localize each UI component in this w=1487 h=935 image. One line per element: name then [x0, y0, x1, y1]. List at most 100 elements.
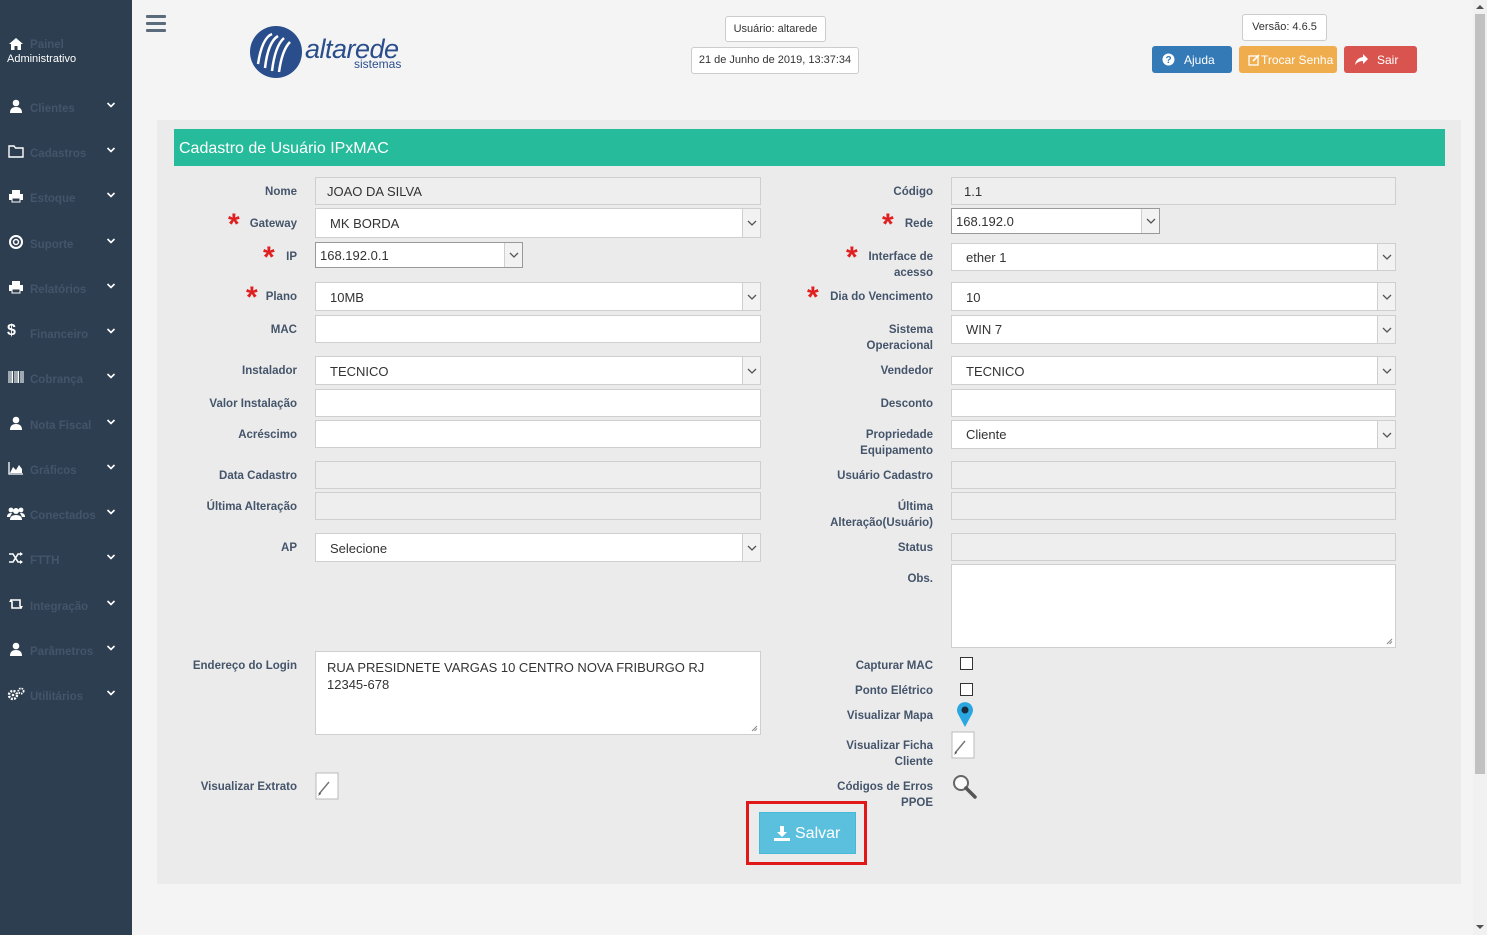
- edit-icon: [1248, 54, 1260, 66]
- sidebar-item-estoque[interactable]: Estoque: [0, 187, 132, 211]
- area-chart-icon: [8, 462, 23, 475]
- document-edit-icon[interactable]: [951, 731, 975, 759]
- valor-instalacao-field[interactable]: [315, 389, 761, 417]
- help-button[interactable]: ? Ajuda: [1152, 46, 1232, 73]
- valor-instalacao-label: Valor Instalação: [209, 398, 297, 410]
- vencimento-label: Dia do Vencimento: [830, 291, 933, 303]
- desconto-field[interactable]: [951, 389, 1396, 417]
- ultima-alteracao-usuario-line1: Última: [897, 501, 933, 513]
- propriedade-select[interactable]: Cliente: [951, 420, 1396, 449]
- sidebar-item-label: Relatórios: [30, 284, 87, 296]
- visualizar-mapa-label: Visualizar Mapa: [846, 710, 933, 722]
- ap-value: Selecione: [330, 541, 388, 556]
- ultima-alteracao-field: [315, 492, 761, 520]
- user-label: Usuário: altarede: [733, 23, 818, 35]
- datetime-badge: 21 de Junho de 2019, 13:37:34: [691, 47, 859, 74]
- logout-button[interactable]: Sair: [1344, 46, 1417, 73]
- codigo-field[interactable]: 1.1: [951, 177, 1396, 205]
- rede-select[interactable]: 168.192.0: [951, 208, 1160, 234]
- sidebar-item-graficos[interactable]: Gráficos: [0, 459, 132, 483]
- retweet-icon: [9, 599, 23, 609]
- so-label-line2: Operacional: [866, 340, 933, 352]
- version-badge: Versão: 4.6.5: [1242, 14, 1327, 41]
- status-field: [951, 533, 1396, 561]
- sidebar-item-label: Gráficos: [30, 465, 77, 477]
- ultima-alteracao-label: Última Alteração: [206, 501, 297, 513]
- document-edit-icon[interactable]: [315, 772, 339, 800]
- ultima-alteracao-usuario-line2: Alteração(Usuário): [830, 517, 933, 529]
- map-pin-icon[interactable]: [955, 700, 975, 728]
- instalador-select[interactable]: TECNICO: [315, 356, 761, 385]
- codigos-erros-line1: Códigos de Erros: [837, 781, 933, 793]
- status-label: Status: [897, 542, 933, 554]
- random-icon: [9, 552, 23, 564]
- propriedade-label-line1: Propriedade: [865, 429, 933, 441]
- chevron-down-icon: [106, 690, 116, 696]
- sidebar-item-nota-fiscal[interactable]: Nota Fiscal: [0, 414, 132, 438]
- chevron-down-icon: [106, 238, 116, 244]
- vendedor-label: Vendedor: [880, 365, 933, 377]
- interface-label-line2: acesso: [893, 267, 933, 279]
- user-icon: [10, 99, 22, 113]
- acrescimo-field[interactable]: [315, 420, 761, 448]
- obs-textarea[interactable]: [951, 564, 1396, 648]
- vencimento-select[interactable]: 10: [951, 282, 1396, 311]
- chevron-down-icon: [1377, 316, 1395, 343]
- chevron-down-icon: [106, 328, 116, 334]
- sidebar-item-clientes[interactable]: Clientes: [0, 97, 132, 121]
- resize-grip-icon[interactable]: [751, 725, 758, 732]
- vendedor-select[interactable]: TECNICO: [951, 356, 1396, 385]
- capturar-mac-checkbox[interactable]: [960, 657, 973, 670]
- mac-field[interactable]: [315, 315, 761, 343]
- users-icon: [7, 507, 25, 520]
- interface-select[interactable]: ether 1: [951, 243, 1396, 271]
- endereco-textarea[interactable]: RUA PRESIDNETE VARGAS 10 CENTRO NOVA FRI…: [315, 651, 761, 735]
- chevron-down-icon: [742, 283, 760, 310]
- sidebar-item-conectados[interactable]: Conectados: [0, 504, 132, 528]
- propriedade-label: Propriedade Equipamento: [800, 427, 933, 459]
- resize-grip-icon[interactable]: [1386, 638, 1393, 645]
- ip-label: IP: [286, 251, 297, 263]
- sidebar-item-integracao[interactable]: Integração: [0, 595, 132, 619]
- sidebar-item-suporte[interactable]: Suporte: [0, 233, 132, 257]
- sidebar-item-cadastros[interactable]: Cadastros: [0, 142, 132, 166]
- nome-field[interactable]: JOAO DA SILVA: [315, 177, 761, 205]
- chevron-down-icon: [504, 243, 522, 267]
- cogs-icon: [7, 687, 25, 701]
- menu-toggle-icon[interactable]: [146, 15, 166, 32]
- gateway-select[interactable]: MK BORDA: [315, 208, 761, 238]
- scroll-up-icon[interactable]: [1476, 3, 1484, 11]
- ap-select[interactable]: Selecione: [315, 533, 761, 562]
- sidebar-item-cobranca[interactable]: Cobrança: [0, 368, 132, 392]
- vencimento-value: 10: [966, 290, 981, 305]
- sidebar-item-ftth[interactable]: FTTH: [0, 549, 132, 573]
- sidebar-item-parametros[interactable]: Parâmetros: [0, 640, 132, 664]
- user-icon: [10, 642, 22, 656]
- scrollbar-thumb[interactable]: [1475, 14, 1485, 774]
- change-password-button[interactable]: Trocar Senha: [1239, 46, 1337, 73]
- sidebar-item-financeiro[interactable]: $ Financeiro: [0, 322, 132, 347]
- sidebar-item-utilitarios[interactable]: Utilitários: [0, 685, 132, 709]
- gateway-value: MK BORDA: [330, 216, 400, 231]
- so-select[interactable]: WIN 7: [951, 315, 1396, 344]
- chevron-down-icon: [106, 645, 116, 651]
- plano-select[interactable]: 10MB: [315, 282, 761, 311]
- save-label: Salvar: [795, 825, 841, 842]
- sidebar-item-relatorios[interactable]: Relatórios: [0, 278, 132, 302]
- sidebar-item-label: FTTH: [30, 555, 60, 567]
- save-button[interactable]: Salvar: [759, 812, 856, 854]
- data-cadastro-field: [315, 461, 761, 489]
- sidebar-item-painel[interactable]: Painel Administrativo: [0, 37, 132, 69]
- ip-select[interactable]: 168.192.0.1: [315, 242, 523, 268]
- scroll-down-icon[interactable]: [1476, 923, 1484, 931]
- ponto-eletrico-checkbox[interactable]: [960, 683, 973, 696]
- search-icon[interactable]: [951, 773, 977, 799]
- vertical-scrollbar[interactable]: [1473, 0, 1487, 935]
- vendedor-value: TECNICO: [966, 364, 1025, 379]
- sidebar-item-label: Suporte: [30, 239, 74, 251]
- sidebar-item-label: Conectados: [30, 510, 96, 522]
- form-header: Cadastro de Usuário IPxMAC: [174, 129, 1445, 166]
- endereco-line2: 12345-678: [327, 677, 390, 692]
- chevron-down-icon: [1377, 283, 1395, 310]
- plano-value: 10MB: [330, 290, 364, 305]
